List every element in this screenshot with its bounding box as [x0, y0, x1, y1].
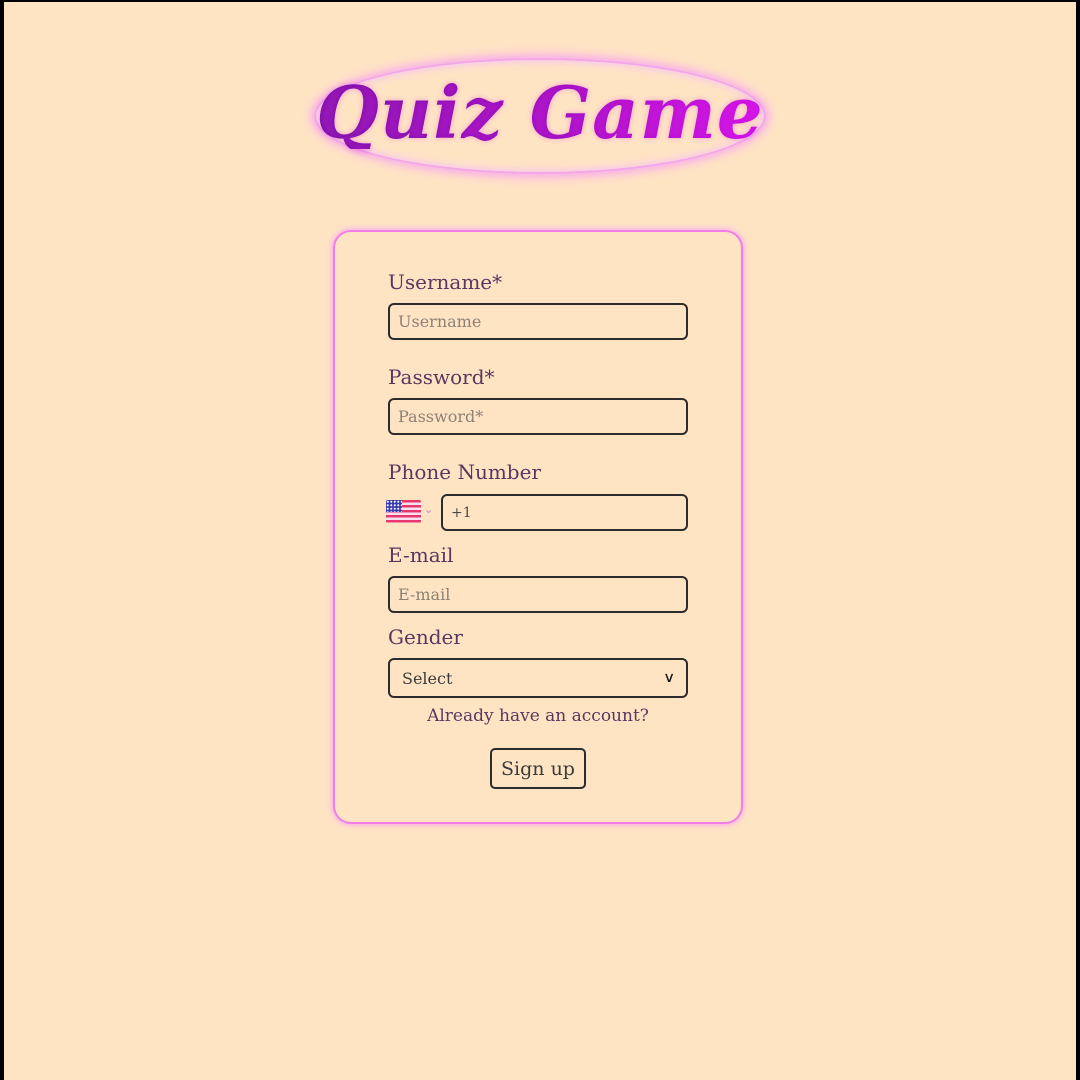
flag-canton: [386, 500, 402, 512]
us-flag-icon[interactable]: [386, 500, 421, 523]
gender-select-value: Select: [402, 668, 453, 688]
gender-select[interactable]: Select ∨: [388, 658, 688, 698]
country-chevron-down-icon[interactable]: ⌄: [424, 504, 433, 515]
app-title: Quiz Game: [316, 70, 764, 155]
phone-label: Phone Number: [388, 460, 541, 484]
password-input[interactable]: [388, 398, 688, 435]
gender-label: Gender: [388, 625, 463, 649]
chevron-down-icon: ∨: [662, 670, 676, 686]
signup-button[interactable]: Sign up: [490, 748, 586, 789]
username-label: Username*: [388, 270, 503, 294]
login-link[interactable]: Already have an account?: [388, 706, 688, 726]
password-label: Password*: [388, 365, 495, 389]
phone-input[interactable]: [441, 494, 688, 531]
email-input[interactable]: [388, 576, 688, 613]
page: Quiz Game Username* Password* Phone Numb…: [4, 2, 1076, 1080]
email-label: E-mail: [388, 543, 454, 567]
username-input[interactable]: [388, 303, 688, 340]
app-title-badge: Quiz Game: [314, 58, 766, 174]
